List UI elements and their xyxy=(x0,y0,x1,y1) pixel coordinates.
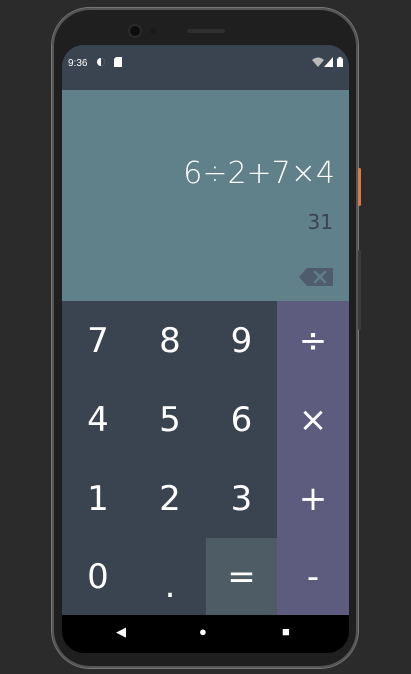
notification-icon xyxy=(96,57,106,69)
key-7[interactable]: 7 xyxy=(62,301,134,380)
screen: 9:36 6÷2+7×4 31 7 8 9 4 5 6 1 2 3 0 . = … xyxy=(62,45,349,615)
key-3[interactable]: 3 xyxy=(206,459,277,538)
keypad: 7 8 9 4 5 6 1 2 3 0 . = ÷ × + - xyxy=(62,301,349,615)
key-multiply[interactable]: × xyxy=(277,380,349,459)
navigation-bar: ◀ ● ■ xyxy=(62,615,349,653)
front-camera xyxy=(130,26,140,36)
key-add[interactable]: + xyxy=(277,459,349,538)
expression-text: 6÷2+7×4 xyxy=(183,156,335,191)
wifi-icon xyxy=(312,57,324,69)
key-equals[interactable]: = xyxy=(206,538,277,615)
key-5[interactable]: 5 xyxy=(134,380,206,459)
key-1[interactable]: 1 xyxy=(62,459,134,538)
back-icon[interactable]: ◀ xyxy=(116,624,126,640)
signal-icon xyxy=(324,57,333,69)
sd-card-icon xyxy=(114,57,122,69)
key-4[interactable]: 4 xyxy=(62,380,134,459)
earpiece-speaker xyxy=(187,29,225,33)
sensor xyxy=(150,28,156,34)
home-icon[interactable]: ● xyxy=(199,624,207,639)
key-divide[interactable]: ÷ xyxy=(277,301,349,380)
operator-pad: ÷ × + - xyxy=(277,301,349,615)
key-8[interactable]: 8 xyxy=(134,301,206,380)
number-pad: 7 8 9 4 5 6 1 2 3 0 . = xyxy=(62,301,277,615)
key-subtract[interactable]: - xyxy=(277,538,349,615)
battery-icon xyxy=(337,57,343,69)
backspace-icon[interactable] xyxy=(299,268,333,286)
volume-button[interactable] xyxy=(358,250,361,330)
key-decimal[interactable]: . xyxy=(134,538,206,615)
power-button[interactable] xyxy=(358,168,361,206)
recents-icon[interactable]: ■ xyxy=(282,624,290,639)
status-time: 9:36 xyxy=(68,58,88,69)
result-text: 31 xyxy=(307,210,333,234)
status-bar: 9:36 xyxy=(62,45,349,89)
key-0[interactable]: 0 xyxy=(62,538,134,615)
key-2[interactable]: 2 xyxy=(134,459,206,538)
key-6[interactable]: 6 xyxy=(206,380,277,459)
key-9[interactable]: 9 xyxy=(206,301,277,380)
